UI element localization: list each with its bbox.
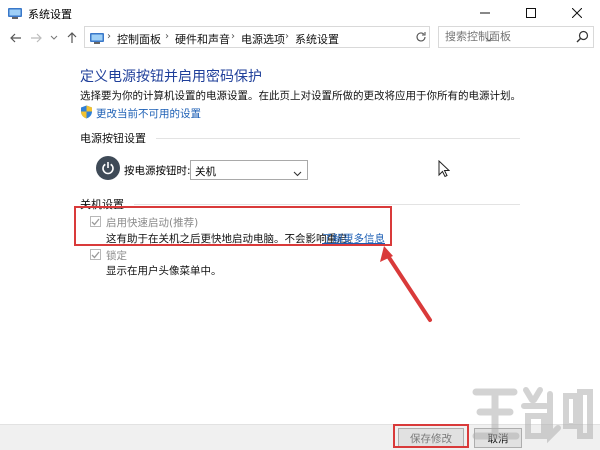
- annotation-arrow: [380, 246, 432, 322]
